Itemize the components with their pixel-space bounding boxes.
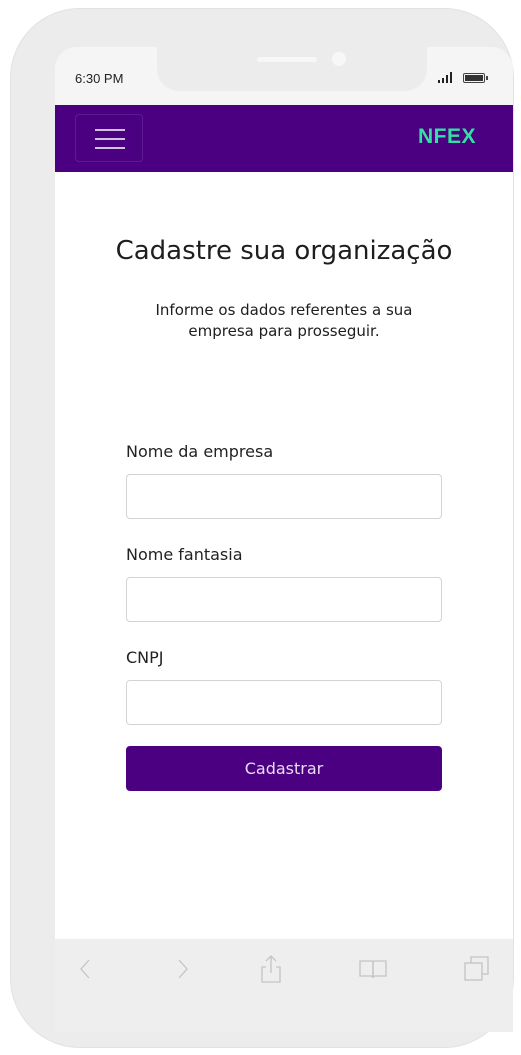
main-content: Cadastre sua organização Informe os dado… [55, 172, 513, 939]
battery-icon [463, 73, 488, 83]
phone-notch [157, 47, 427, 91]
hamburger-icon [95, 129, 125, 131]
cnpj-input[interactable] [126, 680, 442, 725]
status-time: 6:30 PM [75, 71, 124, 86]
cnpj-label: CNPJ [126, 648, 164, 667]
phone-screen: 6:30 PM NFEX Cadastre sua organização In… [55, 47, 513, 1032]
bookmarks-icon[interactable] [355, 949, 391, 989]
trade-name-label: Nome fantasia [126, 545, 243, 564]
front-camera [332, 52, 346, 66]
speaker-grille [257, 57, 317, 62]
brand-logo[interactable]: NFEX [418, 125, 476, 149]
company-name-label: Nome da empresa [126, 442, 274, 461]
browser-toolbar [55, 939, 513, 1032]
signal-icon [438, 71, 456, 83]
phone-frame: 6:30 PM NFEX Cadastre sua organização In… [10, 8, 514, 1048]
share-icon[interactable] [253, 949, 289, 989]
tabs-icon[interactable] [459, 949, 495, 989]
company-name-input[interactable] [126, 474, 442, 519]
trade-name-input[interactable] [126, 577, 442, 622]
forward-icon[interactable] [165, 949, 201, 989]
page-title: Cadastre sua organização [115, 236, 453, 266]
back-icon[interactable] [67, 949, 103, 989]
page-subtitle: Informe os dados referentes a sua empres… [155, 301, 413, 340]
submit-button[interactable]: Cadastrar [126, 746, 442, 791]
status-bar: 6:30 PM [55, 47, 513, 105]
menu-button[interactable] [75, 114, 143, 162]
app-header: NFEX [55, 105, 513, 172]
